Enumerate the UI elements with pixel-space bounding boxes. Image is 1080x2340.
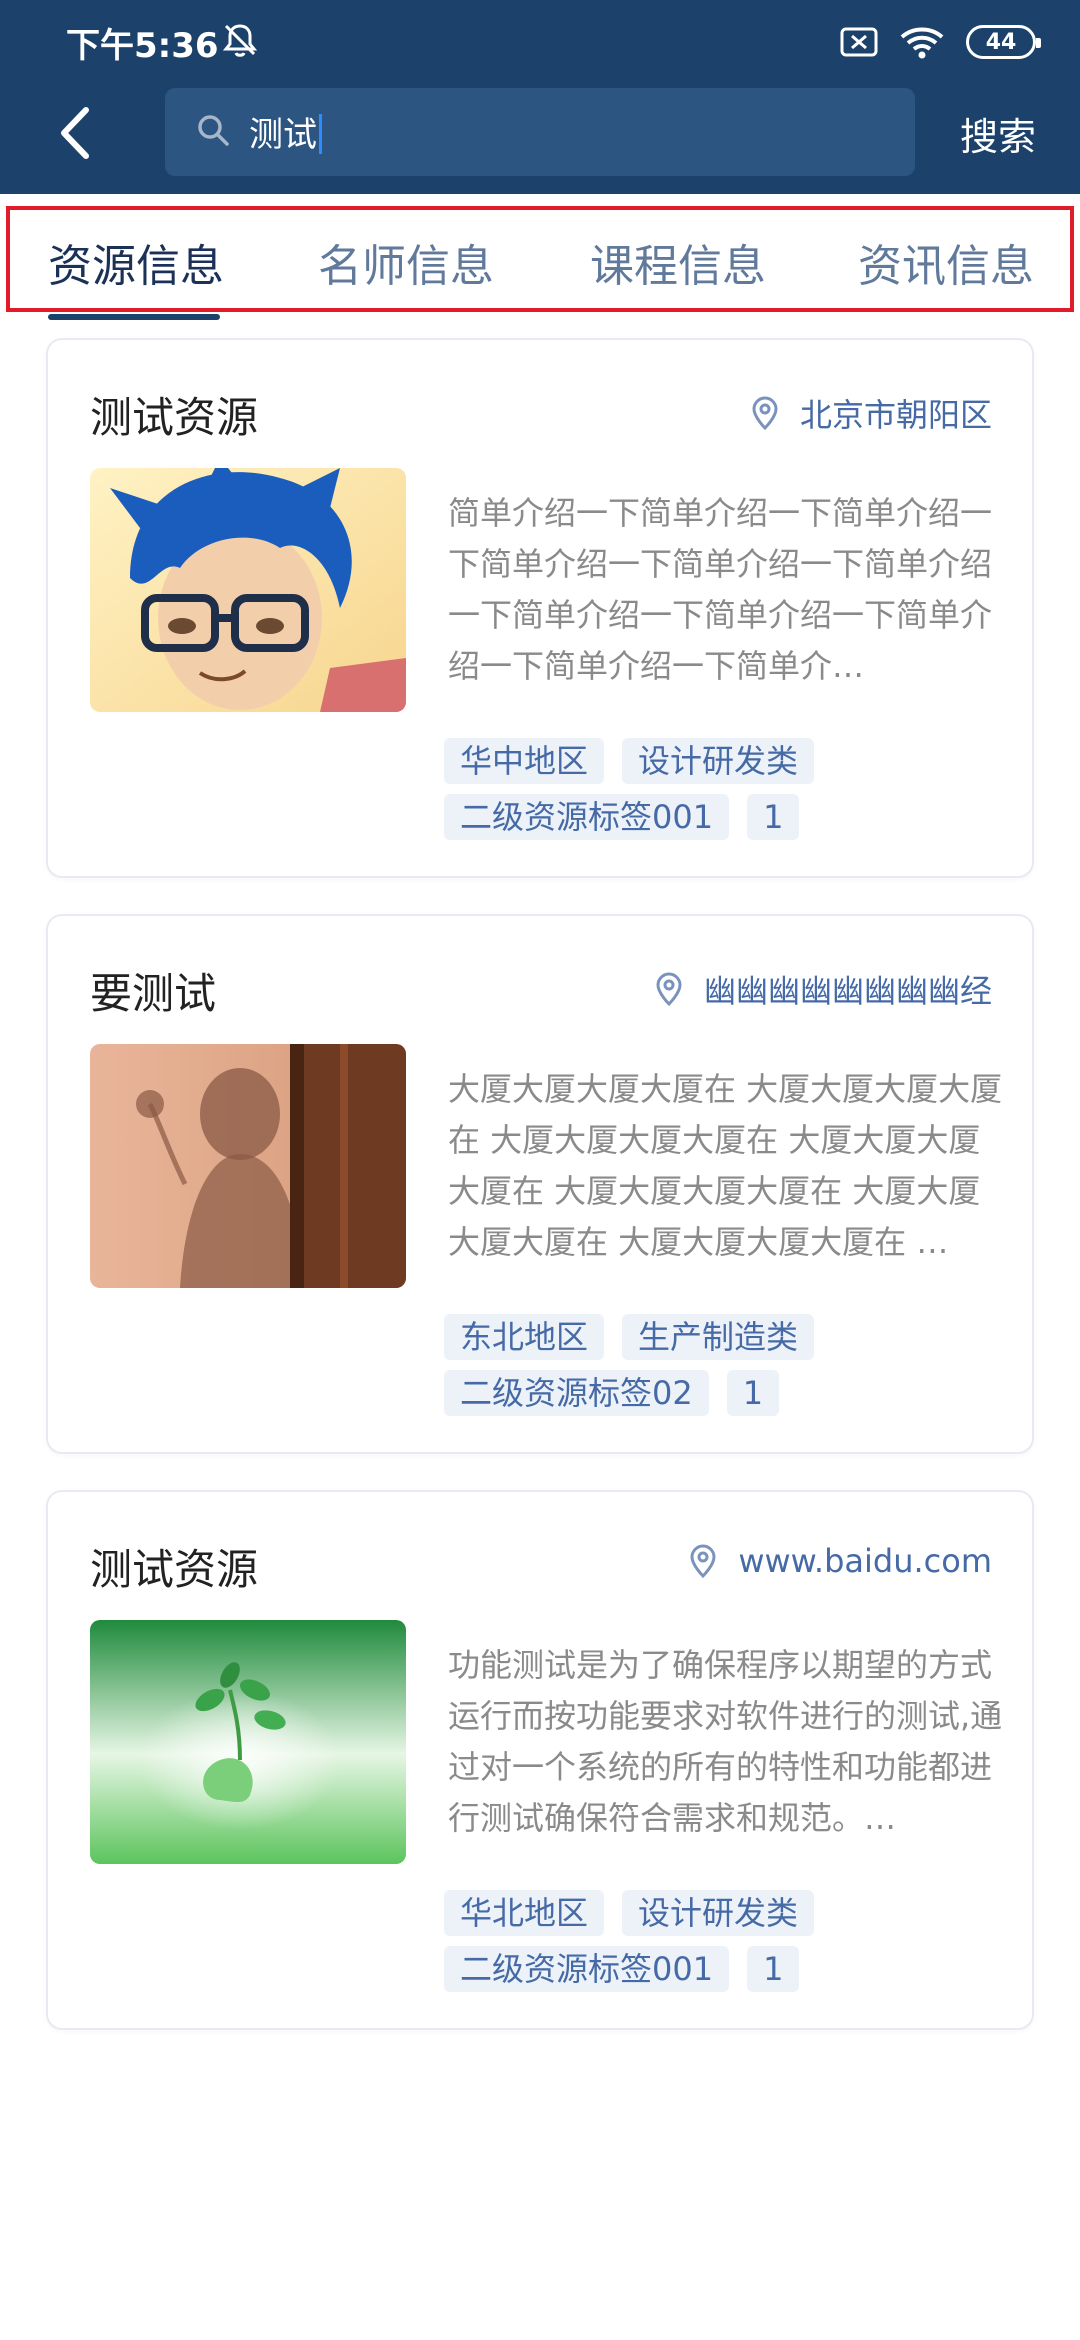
tab-teacher-info[interactable]: 名师信息 bbox=[318, 230, 494, 294]
region-tag: 华中地区 bbox=[444, 738, 605, 784]
card-location: 幽幽幽幽幽幽幽幽经 bbox=[654, 966, 992, 1012]
tag-row: 华北地区 设计研发类 bbox=[444, 1890, 1004, 1936]
tag-row: 二级资源标签02 1 bbox=[444, 1370, 1004, 1416]
location-pin-icon bbox=[656, 972, 682, 1006]
card-location: www.baidu.com bbox=[688, 1542, 992, 1580]
status-time: 下午5:36 bbox=[66, 26, 219, 66]
tag-row: 华中地区 设计研发类 bbox=[444, 738, 1004, 784]
count-tag: 1 bbox=[747, 1946, 800, 1992]
tab-resource-info[interactable]: 资源信息 bbox=[48, 230, 224, 294]
secondary-tag: 二级资源标签02 bbox=[444, 1370, 709, 1416]
card-location: 北京市朝阳区 bbox=[750, 390, 992, 436]
card-tags: 华中地区 设计研发类 二级资源标签001 1 bbox=[444, 738, 1004, 850]
card-location-text: www.baidu.com bbox=[738, 1542, 992, 1580]
category-tag: 设计研发类 bbox=[622, 738, 815, 784]
secondary-tag: 二级资源标签001 bbox=[444, 1946, 730, 1992]
resource-card[interactable]: 要测试 幽幽幽幽幽幽幽幽经 大厦大厦大厦大厦在 大厦大厦大厦大厦在 大厦大厦大厦… bbox=[46, 914, 1034, 1454]
card-description: 大厦大厦大厦大厦在 大厦大厦大厦大厦在 大厦大厦大厦大厦在 大厦大厦大厦大厦在 … bbox=[448, 1070, 1003, 1261]
card-thumbnail-shadow-photo bbox=[90, 1044, 406, 1288]
card-description: 功能测试是为了确保程序以期望的方式运行而按功能要求对软件进行的测试,通过对一个系… bbox=[448, 1646, 1003, 1837]
back-arrow-icon[interactable] bbox=[50, 100, 106, 166]
count-tag: 1 bbox=[747, 794, 800, 840]
search-text-wrap: 测试 bbox=[249, 107, 322, 156]
search-button[interactable]: 搜索 bbox=[960, 106, 1036, 161]
wifi-icon bbox=[900, 27, 944, 59]
location-pin-icon bbox=[752, 396, 778, 430]
resource-card[interactable]: 测试资源 北京市朝阳区 简单介绍一下简单介绍一下简单介绍一下简单介绍一下简单介绍… bbox=[46, 338, 1034, 878]
card-title: 要测试 bbox=[90, 969, 217, 1018]
card-description: 简单介绍一下简单介绍一下简单介绍一下简单介绍一下简单介绍一下简单介绍一下简单介绍… bbox=[448, 494, 993, 685]
card-tags: 华北地区 设计研发类 二级资源标签001 1 bbox=[444, 1890, 1004, 2002]
search-input[interactable]: 测试 bbox=[165, 88, 915, 176]
category-tag: 设计研发类 bbox=[622, 1890, 815, 1936]
card-tags: 东北地区 生产制造类 二级资源标签02 1 bbox=[444, 1314, 1004, 1426]
tag-row: 二级资源标签001 1 bbox=[444, 794, 1004, 840]
location-pin-icon bbox=[690, 1544, 716, 1578]
card-thumbnail-green-plant bbox=[90, 1620, 406, 1864]
card-title: 测试资源 bbox=[90, 1545, 259, 1594]
search-icon bbox=[198, 115, 229, 146]
tag-row: 二级资源标签001 1 bbox=[444, 1946, 1004, 1992]
region-tag: 东北地区 bbox=[444, 1314, 605, 1360]
muted-bell-icon bbox=[222, 24, 258, 57]
secondary-tag: 二级资源标签001 bbox=[444, 794, 730, 840]
status-right-icons: 44 bbox=[840, 22, 1041, 62]
battery-icon: 44 bbox=[966, 25, 1041, 59]
card-title: 测试资源 bbox=[90, 393, 259, 442]
region-tag: 华北地区 bbox=[444, 1890, 605, 1936]
search-query-text: 测试 bbox=[249, 115, 317, 155]
card-location-text: 北京市朝阳区 bbox=[799, 396, 992, 434]
card-thumbnail-cartoon-avatar bbox=[90, 468, 406, 712]
sim-x-icon bbox=[840, 27, 878, 57]
text-caret bbox=[319, 114, 322, 154]
active-tab-indicator bbox=[48, 314, 220, 320]
tag-row: 东北地区 生产制造类 bbox=[444, 1314, 1004, 1360]
category-tag: 生产制造类 bbox=[622, 1314, 815, 1360]
count-tag: 1 bbox=[726, 1370, 780, 1416]
top-app-bar: 下午5:36 44 测试 搜索 bbox=[0, 0, 1080, 194]
tab-news-info[interactable]: 资讯信息 bbox=[858, 230, 1034, 294]
card-location-text: 幽幽幽幽幽幽幽幽经 bbox=[703, 972, 992, 1010]
tab-course-info[interactable]: 课程信息 bbox=[590, 230, 766, 294]
resource-card[interactable]: 测试资源 www.baidu.com 功能测试是为了确保程序以期望的方式运行而按… bbox=[46, 1490, 1034, 2030]
battery-level: 44 bbox=[985, 29, 1017, 55]
status-bar: 下午5:36 44 bbox=[0, 0, 1080, 84]
